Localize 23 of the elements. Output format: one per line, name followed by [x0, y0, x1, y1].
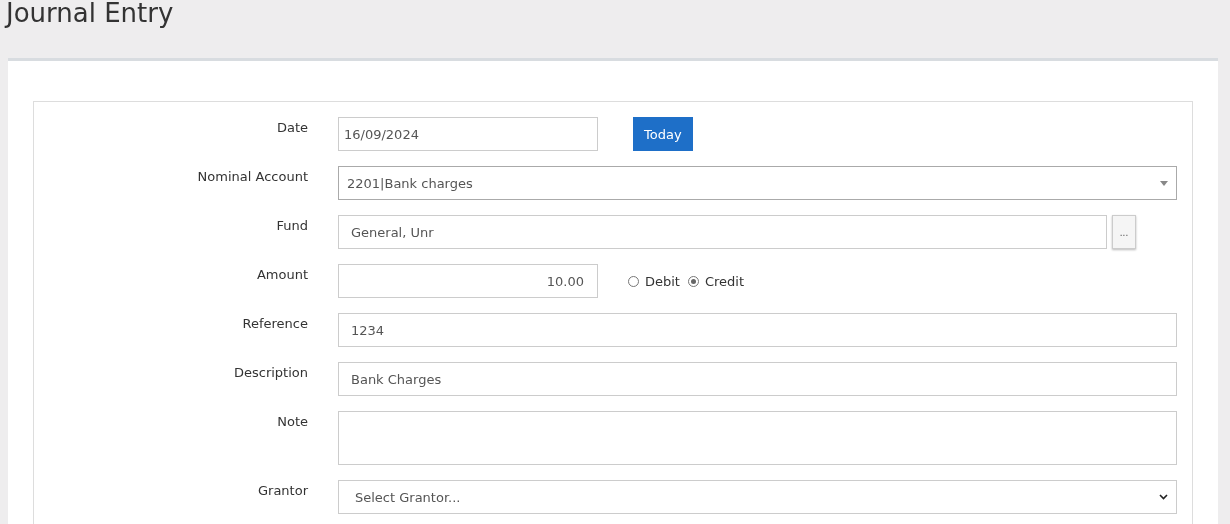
radio-option[interactable]: Debit [628, 273, 680, 289]
radio-option[interactable]: Credit [688, 273, 745, 289]
field-label: Nominal Account [196, 168, 308, 184]
browse-button[interactable]: ... [1112, 215, 1136, 249]
fund-field[interactable]: General, Unr [338, 215, 1107, 249]
page-title: Journal Entry [6, 0, 174, 28]
today-button[interactable]: Today [633, 117, 693, 151]
field-label: Note [276, 413, 308, 429]
field-label: Grantor [256, 482, 308, 498]
date-field[interactable]: 16/09/2024 [338, 117, 598, 151]
field-label: Fund [275, 217, 308, 233]
field-label: Amount [255, 266, 308, 282]
note-field[interactable] [338, 411, 1177, 465]
chevron-icon [1159, 494, 1168, 500]
amount-field[interactable]: 10.00 [338, 264, 598, 298]
account-select[interactable]: 2201|Bank charges [338, 166, 1177, 200]
text-field[interactable]: Bank Charges [338, 362, 1177, 396]
field-label: Description [232, 364, 308, 380]
caret-icon [1160, 180, 1168, 186]
text-field[interactable]: 1234 [338, 313, 1177, 347]
grantor-select[interactable]: Select Grantor... [338, 480, 1177, 514]
field-label: Date [275, 119, 308, 135]
field-label: Reference [241, 315, 308, 331]
